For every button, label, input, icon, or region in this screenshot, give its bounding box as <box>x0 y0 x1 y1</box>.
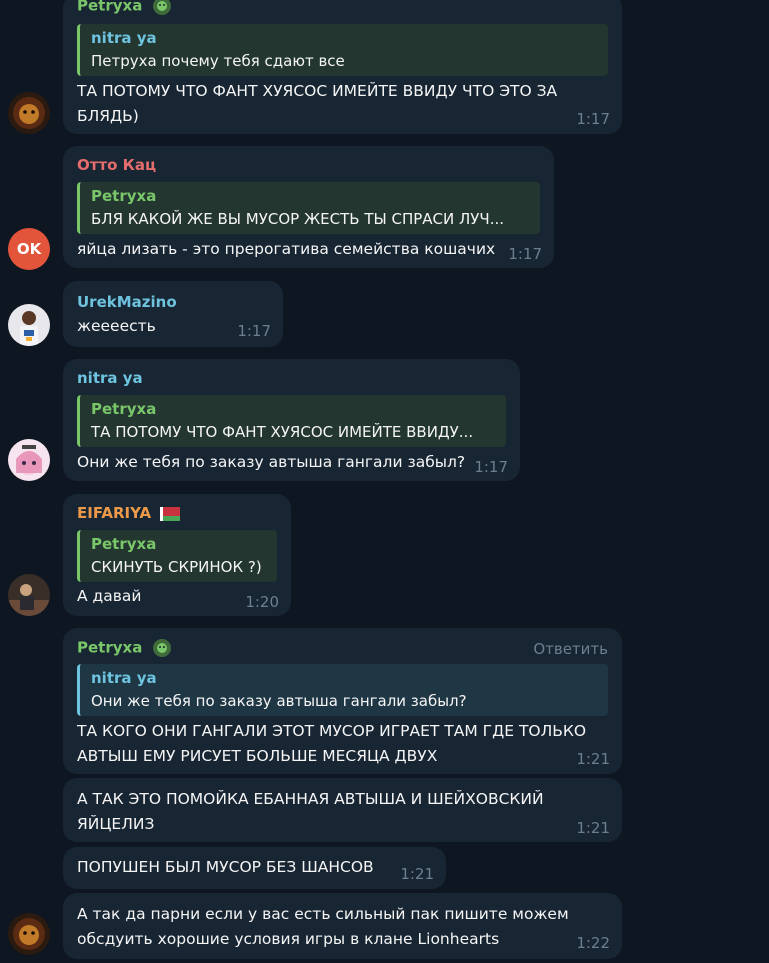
sender-name[interactable]: nitra ya <box>77 369 143 387</box>
sender-name[interactable]: Petryxa <box>77 639 142 657</box>
reply-button[interactable]: Ответить <box>533 640 608 658</box>
message-time: 1:21 <box>576 819 610 837</box>
message-bubble[interactable]: А так да парни если у вас есть сильный п… <box>63 893 622 959</box>
message-text: яйца лизать - это прерогатива семейства … <box>77 240 496 258</box>
sender-name[interactable]: Отто Кац <box>77 156 156 174</box>
message-time: 1:17 <box>474 458 508 476</box>
reply-quote[interactable]: nitra ya Они же тебя по заказу автыша га… <box>77 664 608 716</box>
message-time: 1:20 <box>245 593 279 611</box>
avatar[interactable] <box>8 439 50 481</box>
message-text: ТА КОГО ОНИ ГАНГАЛИ ЭТОТ МУСОР ИГРАЕТ ТА… <box>77 722 587 765</box>
quote-sender: nitra ya <box>91 669 157 687</box>
avatar[interactable] <box>8 913 50 955</box>
quote-sender: nitra ya <box>91 29 157 47</box>
avatar[interactable]: OK <box>8 228 50 270</box>
quote-text: Петруха почему тебя сдают все <box>91 52 345 70</box>
quote-sender: Petryxa <box>91 535 157 553</box>
reply-quote[interactable]: Petryxa СКИНУТЬ СКРИНОК ?) <box>77 530 277 582</box>
reply-quote[interactable]: Petryxa ТА ПОТОМУ ЧТО ФАНТ ХУЯСОС ИМЕЙТЕ… <box>77 395 506 447</box>
avatar-initials: OK <box>16 240 42 258</box>
avatar[interactable] <box>8 574 50 616</box>
quote-sender: Petryxa <box>91 187 157 205</box>
quote-text: ТА ПОТОМУ ЧТО ФАНТ ХУЯСОС ИМЕЙТЕ ВВИДУ..… <box>91 423 474 441</box>
message-text: А ТАК ЭТО ПОМОЙКА ЕБАННАЯ АВТЫША И ШЕЙХО… <box>77 790 544 833</box>
avatar[interactable] <box>8 92 50 134</box>
message-bubble[interactable]: UrekMazino жеееесть 1:17 <box>63 281 283 347</box>
reply-quote[interactable]: Petryxa БЛЯ КАКОЙ ЖЕ ВЫ МУСОР ЖЕСТЬ ТЫ С… <box>77 182 540 234</box>
message-time: 1:17 <box>237 322 271 340</box>
message-bubble[interactable]: ПОПУШЕН БЫЛ МУСОР БЕЗ ШАНСОВ 1:21 <box>63 847 446 889</box>
lion-badge-icon <box>152 0 171 15</box>
message-text: Они же тебя по заказу автыша гангали заб… <box>77 453 466 471</box>
message-bubble[interactable]: Petryxa Ответить nitra ya Они же тебя по… <box>63 628 622 774</box>
message-text: А давай <box>77 587 142 605</box>
message-bubble[interactable]: Petryxa nitra ya Петруха почему тебя сда… <box>63 0 622 134</box>
lion-badge-icon <box>152 639 171 657</box>
message-bubble[interactable]: А ТАК ЭТО ПОМОЙКА ЕБАННАЯ АВТЫША И ШЕЙХО… <box>63 778 622 842</box>
message-text: ТА ПОТОМУ ЧТО ФАНТ ХУЯСОС ИМЕЙТЕ ВВИДУ Ч… <box>77 82 558 125</box>
message-text: ПОПУШЕН БЫЛ МУСОР БЕЗ ШАНСОВ <box>77 858 374 876</box>
sender-name[interactable]: EIFARIYA <box>77 504 151 522</box>
quote-sender: Petryxa <box>91 400 157 418</box>
sender-name[interactable]: Petryxa <box>77 0 142 15</box>
quote-text: СКИНУТЬ СКРИНОК ?) <box>91 558 262 576</box>
message-time: 1:21 <box>400 865 434 883</box>
sender-name[interactable]: UrekMazino <box>77 293 177 311</box>
message-bubble[interactable]: nitra ya Petryxa ТА ПОТОМУ ЧТО ФАНТ ХУЯС… <box>63 359 520 481</box>
message-time: 1:21 <box>576 750 610 768</box>
message-time: 1:22 <box>576 934 610 952</box>
message-bubble[interactable]: EIFARIYA Petryxa СКИНУТЬ СКРИНОК ?) А да… <box>63 494 291 616</box>
reply-quote[interactable]: nitra ya Петруха почему тебя сдают все <box>77 24 608 76</box>
message-text: жеееесть <box>77 317 156 335</box>
message-text: А так да парни если у вас есть сильный п… <box>77 905 569 948</box>
quote-text: БЛЯ КАКОЙ ЖЕ ВЫ МУСОР ЖЕСТЬ ТЫ СПРАСИ ЛУ… <box>91 210 505 228</box>
belarus-flag-icon <box>160 506 181 521</box>
message-bubble[interactable]: Отто Кац Petryxa БЛЯ КАКОЙ ЖЕ ВЫ МУСОР Ж… <box>63 146 554 268</box>
avatar[interactable] <box>8 304 50 346</box>
message-time: 1:17 <box>576 110 610 128</box>
message-time: 1:17 <box>508 245 542 263</box>
quote-text: Они же тебя по заказу автыша гангали заб… <box>91 692 467 710</box>
